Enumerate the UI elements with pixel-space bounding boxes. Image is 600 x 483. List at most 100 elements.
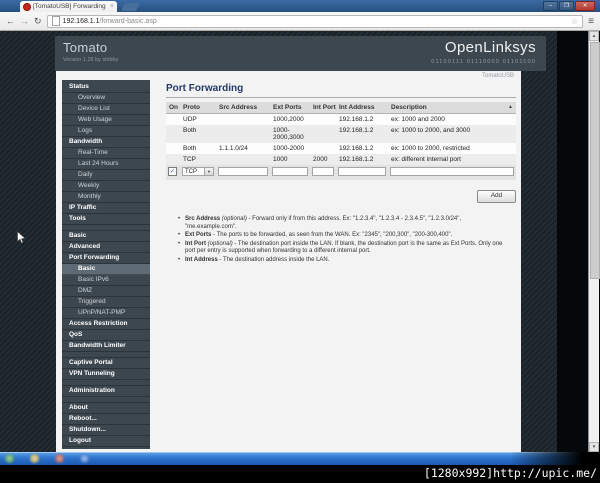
cell-src <box>216 113 270 125</box>
scrollbar-thumb[interactable] <box>590 42 600 279</box>
col-int-address[interactable]: Int Address <box>336 102 388 114</box>
sidebar-item-weekly[interactable]: Weekly <box>62 181 150 192</box>
sidebar-item-qos[interactable]: QoS <box>62 330 150 341</box>
description-input[interactable] <box>390 167 514 176</box>
browser-tab[interactable]: [TomatoUSB] Forwarding × <box>20 1 117 12</box>
start-orb-icon[interactable] <box>5 454 14 463</box>
sidebar-item-vpn-tunneling[interactable]: VPN Tunneling <box>62 369 150 380</box>
sidebar-item-bandwidth-limiter[interactable]: Bandwidth Limiter <box>62 341 150 352</box>
corner-label: TomatoUSB <box>481 73 514 79</box>
cell-ext: 1000 <box>270 154 310 165</box>
table-row[interactable]: Both 1000-2000,3000 192.168.1.2 ex: 1000… <box>166 125 516 143</box>
editor-row: ✓ TCP ▼ <box>166 165 516 180</box>
browser-viewport: Tomato Version 1.28 by shibby OpenLinksy… <box>0 31 600 452</box>
proto-select[interactable]: TCP ▼ <box>182 167 214 176</box>
sidebar-item-port-forwarding[interactable]: Port Forwarding <box>62 253 150 264</box>
sidebar-item-advanced[interactable]: Advanced <box>62 242 150 253</box>
taskbar-app-icon[interactable] <box>30 454 39 463</box>
col-src-address[interactable]: Src Address <box>216 102 270 114</box>
sidebar-item-daily[interactable]: Daily <box>62 170 150 181</box>
chrome-menu-icon[interactable]: ≡ <box>588 16 594 27</box>
maximize-button[interactable]: ❐ <box>559 1 574 11</box>
src-address-input[interactable] <box>218 167 268 176</box>
sidebar-item-triggered[interactable]: Triggered <box>62 297 150 308</box>
sidebar-item-web-usage[interactable]: Web Usage <box>62 115 150 126</box>
table-row[interactable]: Both 1.1.1.0/24 1000-2000 192.168.1.2 ex… <box>166 143 516 154</box>
col-ext-ports[interactable]: Ext Ports <box>270 102 310 114</box>
on-checkbox[interactable]: ✓ <box>168 167 177 176</box>
sidebar-item-access-restriction[interactable]: Access Restriction <box>62 319 150 330</box>
sidebar-item-last-24-hours[interactable]: Last 24 Hours <box>62 159 150 170</box>
sort-arrow-icon[interactable]: ▲ <box>508 104 513 110</box>
page-scrollbar[interactable]: ▲ ▼ <box>588 31 600 452</box>
col-on[interactable]: On <box>166 102 180 114</box>
cell-proto: Both <box>180 125 216 143</box>
add-button[interactable]: Add <box>477 190 516 203</box>
note-src-address: Src Address (optional) - Forward only if… <box>178 216 514 231</box>
sidebar-item-captive-portal[interactable]: Captive Portal <box>62 358 150 369</box>
url-bar[interactable]: 192.168.1.1/forward-basic.asp ☆ <box>46 14 584 28</box>
taskbar-app-icon[interactable] <box>80 454 89 463</box>
back-icon[interactable]: ← <box>6 16 15 26</box>
close-button[interactable]: ✕ <box>575 1 595 11</box>
sidebar-item-reboot[interactable]: Reboot... <box>62 414 150 425</box>
sidebar-item-about[interactable]: About <box>62 403 150 414</box>
sidebar-item-ip-traffic[interactable]: IP Traffic <box>62 203 150 214</box>
col-description-label: Description <box>391 104 427 111</box>
int-port-input[interactable] <box>312 167 334 176</box>
sidebar-item-device-list[interactable]: Device List <box>62 104 150 115</box>
sidebar-item-port-forwarding-basic[interactable]: Basic <box>62 264 150 275</box>
cell-on <box>166 143 180 154</box>
tomato-header: Tomato Version 1.28 by shibby OpenLinksy… <box>55 36 546 71</box>
col-proto[interactable]: Proto <box>180 102 216 114</box>
sidebar-item-tools[interactable]: Tools <box>62 214 150 225</box>
sidebar-item-dmz[interactable]: DMZ <box>62 286 150 297</box>
col-description[interactable]: Description ▲ <box>388 102 516 114</box>
taskbar-app-icon[interactable] <box>55 454 64 463</box>
sidebar-item-basic[interactable]: Basic <box>62 231 150 242</box>
forward-icon[interactable]: → <box>20 16 29 26</box>
sidebar-item-administration[interactable]: Administration <box>62 386 150 397</box>
scroll-down-icon[interactable]: ▼ <box>589 442 599 452</box>
sidebar-item-shutdown[interactable]: Shutdown... <box>62 425 150 436</box>
windows-taskbar[interactable] <box>0 452 600 465</box>
chevron-down-icon[interactable]: ▼ <box>205 167 214 176</box>
page-body: TomatoUSB Status Overview Device List We… <box>56 71 521 452</box>
cell-int-port <box>310 113 336 125</box>
note-text: - The ports to be forwarded, as seen fro… <box>213 232 453 238</box>
note-term: Ext Ports <box>185 232 212 238</box>
browser-toolbar: ← → ↻ 192.168.1.1/forward-basic.asp ☆ ≡ <box>0 12 600 31</box>
sidebar-item-logs[interactable]: Logs <box>62 126 150 137</box>
bookmark-star-icon[interactable]: ☆ <box>571 17 578 26</box>
sidebar-item-logout[interactable]: Logout <box>62 436 150 447</box>
cell-on <box>166 125 180 143</box>
table-row[interactable]: UDP 1000,2000 192.168.1.2 ex: 1000 and 2… <box>166 113 516 125</box>
mouse-cursor <box>17 230 26 249</box>
minimize-button[interactable]: – <box>543 1 558 11</box>
sidebar-item-overview[interactable]: Overview <box>62 93 150 104</box>
sidebar-item-bandwidth[interactable]: Bandwidth <box>62 137 150 148</box>
int-address-input[interactable] <box>338 167 386 176</box>
cell-proto: Both <box>180 143 216 154</box>
sidebar-item-real-time[interactable]: Real-Time <box>62 148 150 159</box>
scroll-up-icon[interactable]: ▲ <box>589 31 599 41</box>
table-row[interactable]: TCP 1000 2000 192.168.1.2 ex: different … <box>166 154 516 165</box>
ext-ports-input[interactable] <box>272 167 308 176</box>
port-forwarding-table: On Proto Src Address Ext Ports Int Port … <box>166 102 516 180</box>
cell-proto: TCP <box>180 154 216 165</box>
reload-icon[interactable]: ↻ <box>34 16 42 26</box>
tab-close-icon[interactable]: × <box>110 3 114 10</box>
main-content: Port Forwarding On Proto Src Address Ext… <box>150 80 521 452</box>
col-int-port[interactable]: Int Port <box>310 102 336 114</box>
caption-watermark: [1280x992]http://upic.me/ <box>0 465 600 483</box>
new-tab-button[interactable] <box>121 3 140 11</box>
note-term: Int Port <box>185 240 206 247</box>
sidebar-item-upnp-nat-pmp[interactable]: UPnP/NAT-PMP <box>62 308 150 319</box>
cell-desc: ex: different internal port <box>388 154 516 165</box>
url-text[interactable]: 192.168.1.1/forward-basic.asp <box>63 18 157 25</box>
sidebar-item-basic-ipv6[interactable]: Basic IPv6 <box>62 275 150 286</box>
brand-title: Tomato <box>63 40 108 55</box>
sidebar-item-status[interactable]: Status <box>62 82 150 93</box>
cell-src: 1.1.1.0/24 <box>216 143 270 154</box>
sidebar-item-monthly[interactable]: Monthly <box>62 192 150 203</box>
